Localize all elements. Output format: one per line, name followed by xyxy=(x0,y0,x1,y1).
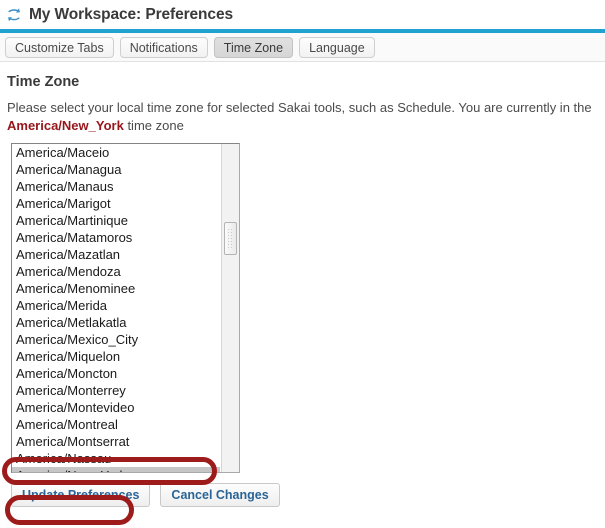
tab-time-zone[interactable]: Time Zone xyxy=(213,36,294,58)
list-item[interactable]: America/Menominee xyxy=(12,280,220,297)
timezone-listbox-wrapper: America/Maceio America/Managua America/M… xyxy=(11,143,240,473)
page-header: My Workspace: Preferences xyxy=(0,0,605,29)
list-item[interactable]: America/Montserrat xyxy=(12,433,220,450)
scrollbar-thumb[interactable] xyxy=(224,222,237,255)
list-item[interactable]: America/Maceio xyxy=(12,144,220,161)
list-item[interactable]: America/Mexico_City xyxy=(12,331,220,348)
main-content: Time Zone Please select your local time … xyxy=(0,62,605,507)
section-title: Time Zone xyxy=(7,74,80,90)
list-item[interactable]: America/Matamoros xyxy=(12,229,220,246)
listbox-scrollbar[interactable] xyxy=(221,144,239,472)
list-item[interactable]: America/Mazatlan xyxy=(12,246,220,263)
list-item[interactable]: America/Managua xyxy=(12,161,220,178)
instructions-text: Please select your local time zone for s… xyxy=(7,99,599,135)
list-item[interactable]: America/Miquelon xyxy=(12,348,220,365)
list-item[interactable]: America/Nassau xyxy=(12,450,220,467)
list-item[interactable]: America/Martinique xyxy=(12,212,220,229)
tab-notifications[interactable]: Notifications xyxy=(119,36,208,58)
list-item[interactable]: America/Montreal xyxy=(12,416,220,433)
cancel-changes-button[interactable]: Cancel Changes xyxy=(160,483,280,507)
list-item[interactable]: America/Moncton xyxy=(12,365,220,382)
instructions-trail: time zone xyxy=(123,118,184,133)
list-item[interactable]: America/Manaus xyxy=(12,178,220,195)
tab-language[interactable]: Language xyxy=(299,36,375,58)
list-item[interactable]: America/Monterrey xyxy=(12,382,220,399)
update-preferences-button[interactable]: Update Preferences xyxy=(11,483,151,507)
list-item[interactable]: America/Montevideo xyxy=(12,399,220,416)
list-item[interactable]: America/Mendoza xyxy=(12,263,220,280)
list-item[interactable]: America/Metlakatla xyxy=(12,314,220,331)
timezone-listbox[interactable]: America/Maceio America/Managua America/M… xyxy=(11,143,240,473)
tab-strip: Customize Tabs Notifications Time Zone L… xyxy=(0,33,605,62)
list-item-selected[interactable]: America/New_York xyxy=(12,467,220,472)
instructions-lead: Please select your local time zone for s… xyxy=(7,100,592,115)
timezone-list-scroll-area[interactable]: America/Maceio America/Managua America/M… xyxy=(12,144,220,472)
button-row: Update Preferences Cancel Changes xyxy=(11,483,599,507)
sync-arrows-icon xyxy=(8,7,20,21)
list-item[interactable]: America/Merida xyxy=(12,297,220,314)
list-item[interactable]: America/Marigot xyxy=(12,195,220,212)
tab-customize-tabs[interactable]: Customize Tabs xyxy=(5,36,114,58)
page-title: My Workspace: Preferences xyxy=(29,5,233,23)
current-timezone-value: America/New_York xyxy=(7,118,124,133)
